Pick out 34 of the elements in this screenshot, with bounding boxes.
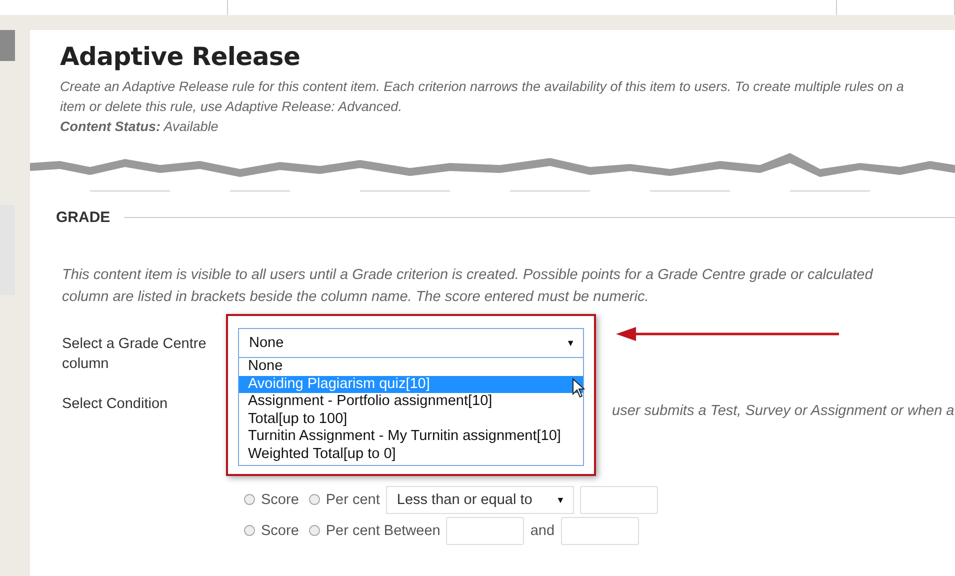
page-description: item or delete this rule, use Adaptive Release: Advanced.	[60, 98, 403, 116]
radio-button[interactable]	[244, 494, 255, 505]
page-description: Create an Adaptive Release rule for this content item. Each criterion narrows the availability of this item to users. To create multiple rules on a	[60, 78, 905, 96]
sidebar-tab[interactable]	[0, 30, 15, 61]
dropdown-option[interactable]: None	[239, 358, 583, 376]
section-intro: This content item is visible to all users until a Grade criterion is created. Possible points for a Grade Centre grade or calculated column are listed in brackets beside the column name. The score entered must be numeric.	[62, 266, 874, 307]
section-heading: GRADE	[56, 209, 110, 226]
field-label: Select Condition	[62, 395, 169, 414]
dropdown-arrow-icon: ▼	[566, 338, 575, 348]
radio-label: Score	[261, 522, 299, 538]
column-select[interactable]: None ▼	[238, 328, 584, 358]
radio-label: Per cent	[326, 492, 380, 508]
score-input[interactable]	[560, 516, 639, 544]
radio-button[interactable]	[308, 525, 320, 536]
operator-select[interactable]: Less than or equal to ▼	[386, 486, 574, 514]
condition-hint: user submits a Test, Survey or Assignment or when a	[612, 403, 955, 419]
page-title: Adaptive Release	[60, 42, 302, 71]
dropdown-option[interactable]: Weighted Total[up to 0]	[239, 446, 583, 463]
score-input[interactable]	[580, 486, 658, 514]
dropdown-option[interactable]: Assignment - Portfolio assignment[10]	[239, 393, 583, 410]
joiner-label: and	[530, 522, 555, 538]
radio-label: Score	[261, 492, 299, 508]
score-input[interactable]	[446, 516, 524, 544]
browser-tab[interactable]	[0, 0, 228, 15]
browser-tab[interactable]	[228, 0, 838, 15]
dropdown-option[interactable]: Total[up to 100]	[239, 410, 583, 428]
radio-label: Per cent Between	[326, 522, 440, 538]
content-status: Content Status: Available	[60, 118, 220, 136]
radio-button[interactable]	[308, 494, 320, 505]
field-label: Select a Grade Centre column	[62, 335, 208, 374]
radio-button[interactable]	[244, 525, 255, 536]
dropdown-arrow-icon: ▼	[556, 494, 565, 504]
dropdown-option[interactable]: Turnitin Assignment - My Turnitin assignment[10]	[239, 428, 583, 446]
browser-tab[interactable]	[837, 0, 955, 15]
